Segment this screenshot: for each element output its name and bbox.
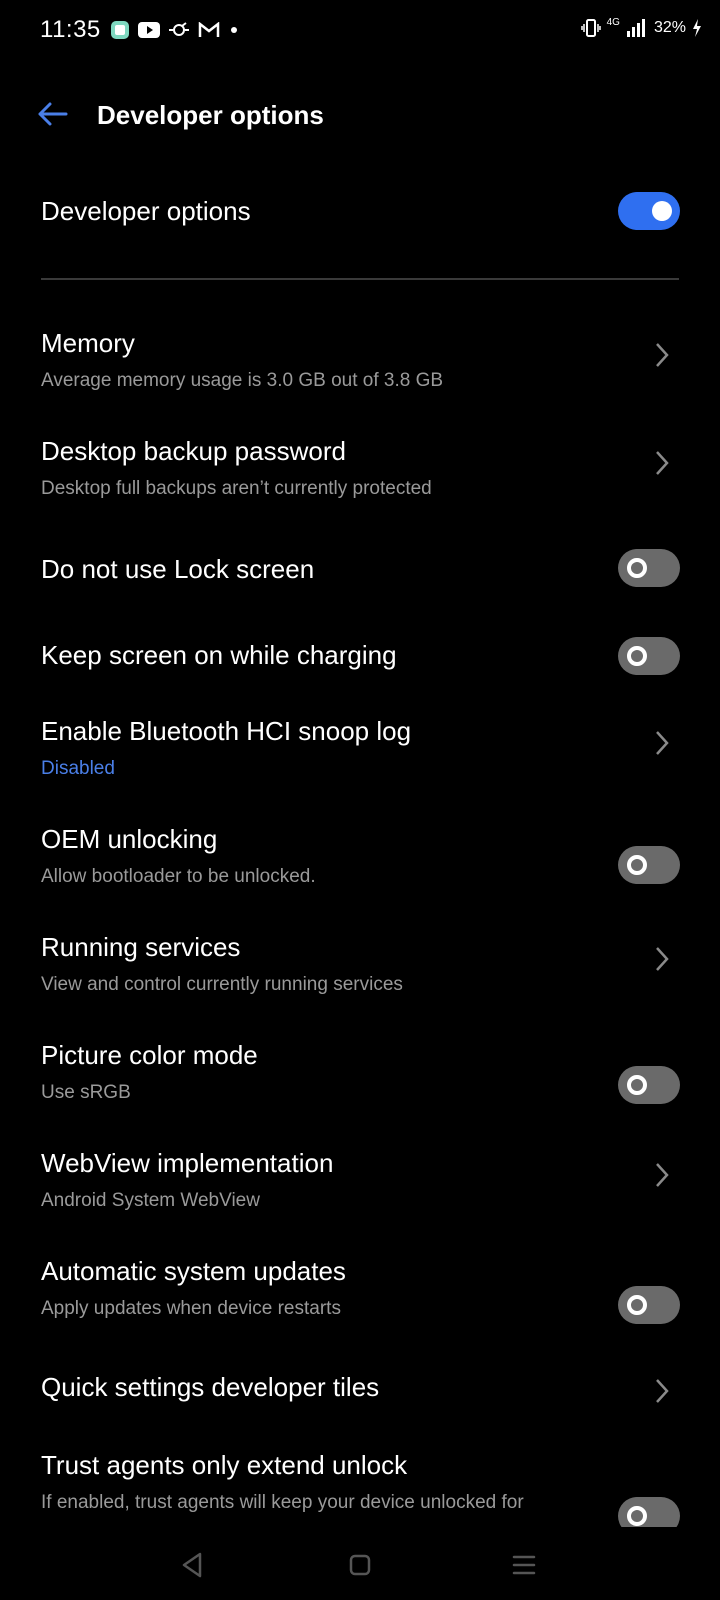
setting-title: OEM unlocking (41, 824, 218, 854)
automatic-updates-toggle[interactable] (618, 1286, 680, 1324)
setting-subtitle: If enabled, trust agents will keep your … (41, 1492, 524, 1513)
setting-title: Trust agents only extend unlock (41, 1450, 408, 1480)
chevron-right-icon (656, 1379, 669, 1403)
settings-list-viewport[interactable]: Memory Average memory usage is 3.0 GB ou… (0, 0, 720, 1527)
setting-desktop-backup-password[interactable]: Desktop backup password Desktop full bac… (0, 426, 720, 516)
toggle-knob (627, 1295, 647, 1315)
toggle-knob (627, 558, 647, 578)
setting-title: WebView implementation (41, 1148, 334, 1178)
setting-subtitle: Desktop full backups aren’t currently pr… (41, 478, 432, 499)
setting-title: Quick settings developer tiles (41, 1372, 380, 1402)
toggle-knob (627, 646, 647, 666)
recents-icon[interactable] (506, 1547, 542, 1583)
chevron-right-icon (656, 731, 669, 755)
keep-screen-on-toggle[interactable] (618, 637, 680, 675)
chevron-right-icon (656, 1163, 669, 1187)
setting-oem-unlocking[interactable]: OEM unlocking Allow bootloader to be unl… (0, 814, 720, 904)
setting-subtitle: Apply updates when device restarts (41, 1298, 341, 1319)
setting-title: Automatic system updates (41, 1256, 346, 1286)
setting-memory[interactable]: Memory Average memory usage is 3.0 GB ou… (0, 318, 720, 408)
setting-quick-settings-developer-tiles[interactable]: Quick settings developer tiles (0, 1358, 720, 1428)
setting-webview-implementation[interactable]: WebView implementation Android System We… (0, 1138, 720, 1228)
oem-unlocking-toggle[interactable] (618, 846, 680, 884)
setting-title: Desktop backup password (41, 436, 346, 466)
setting-bluetooth-hci-snoop-log[interactable]: Enable Bluetooth HCI snoop log Disabled (0, 706, 720, 796)
setting-title: Do not use Lock screen (41, 554, 315, 584)
chevron-right-icon (656, 451, 669, 475)
back-icon[interactable] (174, 1547, 210, 1583)
chevron-right-icon (656, 947, 669, 971)
setting-running-services[interactable]: Running services View and control curren… (0, 922, 720, 1012)
setting-automatic-system-updates[interactable]: Automatic system updates Apply updates w… (0, 1246, 720, 1336)
toggle-knob (627, 1075, 647, 1095)
setting-title: Memory (41, 328, 135, 358)
navigation-bar (0, 1527, 720, 1600)
setting-picture-color-mode[interactable]: Picture color mode Use sRGB (0, 1030, 720, 1120)
toggle-knob (627, 1506, 647, 1526)
trust-agents-toggle[interactable] (618, 1497, 680, 1527)
setting-keep-screen-on[interactable]: Keep screen on while charging (0, 622, 720, 692)
setting-title: Enable Bluetooth HCI snoop log (41, 716, 412, 746)
setting-subtitle: Disabled (41, 758, 115, 779)
setting-subtitle: Use sRGB (41, 1082, 131, 1103)
chevron-right-icon (656, 343, 669, 367)
setting-subtitle: Android System WebView (41, 1190, 260, 1211)
setting-subtitle: Average memory usage is 3.0 GB out of 3.… (41, 370, 444, 391)
toggle-knob (627, 855, 647, 875)
setting-trust-agents-extend-unlock[interactable]: Trust agents only extend unlock If enabl… (0, 1440, 720, 1527)
setting-do-not-use-lock-screen[interactable]: Do not use Lock screen (0, 534, 720, 604)
setting-title: Running services (41, 932, 241, 962)
setting-title: Keep screen on while charging (41, 640, 397, 670)
picture-color-mode-toggle[interactable] (618, 1066, 680, 1104)
setting-subtitle: Allow bootloader to be unlocked. (41, 866, 316, 887)
setting-title: Picture color mode (41, 1040, 258, 1070)
lock-screen-toggle[interactable] (618, 549, 680, 587)
home-icon[interactable] (342, 1547, 378, 1583)
setting-subtitle: View and control currently running servi… (41, 974, 403, 995)
